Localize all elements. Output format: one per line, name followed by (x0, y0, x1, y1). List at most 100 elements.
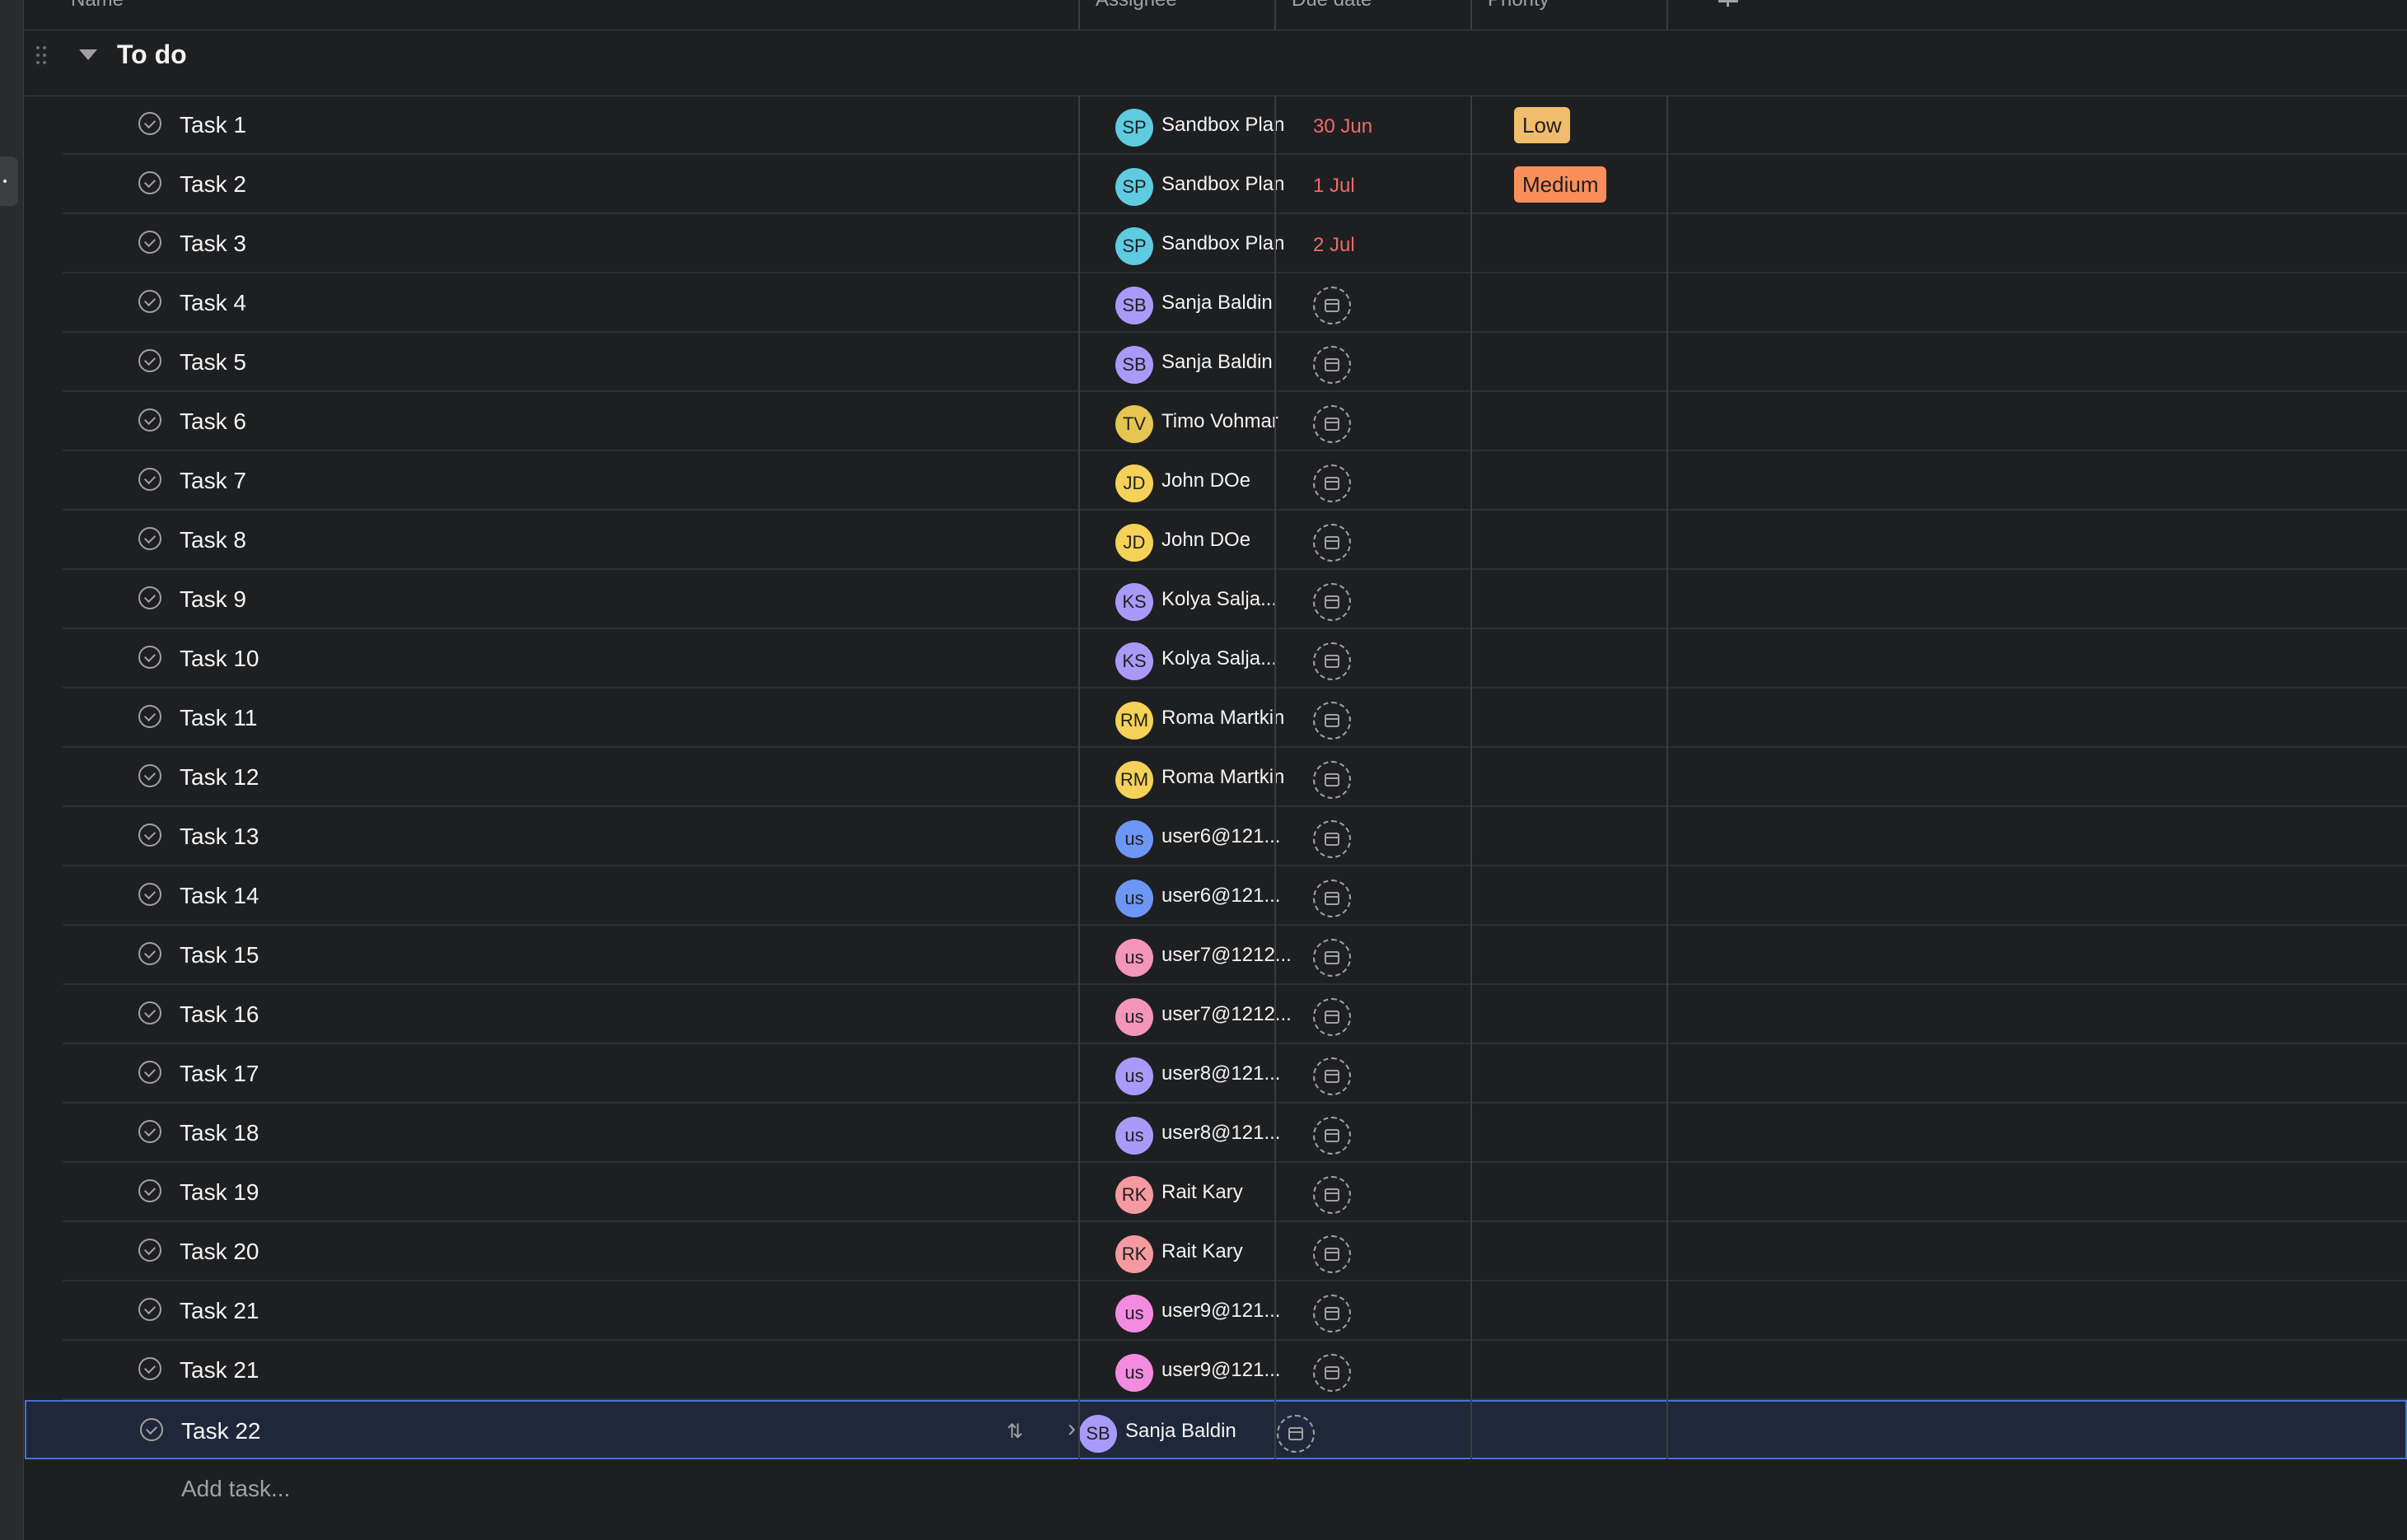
complete-check-icon[interactable] (138, 171, 161, 194)
calendar-icon[interactable] (1313, 583, 1351, 621)
section-title[interactable]: To do (117, 40, 187, 70)
drag-handle-icon[interactable] (36, 46, 49, 66)
task-row[interactable]: Task 13 us user6@121... (63, 807, 2407, 866)
priority-cell[interactable] (1496, 333, 1692, 390)
add-column-icon[interactable] (1697, 0, 1763, 30)
assignee-cell[interactable]: RM Roma Martkin (1104, 688, 1300, 746)
task-row[interactable]: Task 2 SP Sandbox Plan 1 Jul Medium (63, 155, 2407, 214)
task-name[interactable]: Task 8 (180, 527, 246, 553)
due-date-cell[interactable] (1264, 1402, 1460, 1459)
task-name[interactable]: Task 1 (180, 112, 246, 138)
task-name[interactable]: Task 11 (180, 705, 257, 731)
due-date-cell[interactable] (1300, 1281, 1496, 1339)
priority-cell[interactable] (1496, 807, 1692, 865)
calendar-icon[interactable] (1313, 880, 1351, 917)
task-name-cell[interactable]: Task 14 (63, 866, 1104, 924)
task-name[interactable]: Task 18 (180, 1120, 259, 1146)
due-date-cell[interactable] (1300, 629, 1496, 687)
due-date-cell[interactable] (1300, 1044, 1496, 1102)
column-header-priority[interactable]: Priority (1488, 0, 1684, 30)
complete-check-icon[interactable] (138, 646, 161, 669)
task-name[interactable]: Task 10 (180, 646, 259, 672)
task-name-cell[interactable]: Task 1 (63, 96, 1104, 153)
priority-cell[interactable] (1496, 1163, 1692, 1220)
priority-cell[interactable] (1496, 985, 1692, 1043)
priority-cell[interactable]: Low (1496, 96, 1692, 153)
complete-check-icon[interactable] (138, 290, 161, 313)
assignee-cell[interactable]: RK Rait Kary (1104, 1222, 1300, 1280)
complete-check-icon[interactable] (138, 527, 161, 550)
complete-check-icon[interactable] (138, 1001, 161, 1024)
task-row[interactable]: Task 21 us user9@121... (63, 1341, 2407, 1400)
task-name-cell[interactable]: Task 5 (63, 333, 1104, 390)
priority-cell[interactable] (1496, 1104, 1692, 1161)
assignee-cell[interactable]: SB Sanja Baldin (1068, 1402, 1264, 1459)
assignee-cell[interactable]: TV Timo Vohmar (1104, 392, 1300, 450)
task-name[interactable]: Task 3 (180, 231, 246, 257)
task-name[interactable]: Task 2 (180, 171, 246, 198)
complete-check-icon[interactable] (138, 942, 161, 965)
complete-check-icon[interactable] (138, 1298, 161, 1321)
task-name-cell[interactable]: Task 19 (63, 1163, 1104, 1220)
calendar-icon[interactable] (1313, 405, 1351, 443)
due-date-cell[interactable]: 2 Jul (1300, 214, 1496, 272)
priority-cell[interactable] (1496, 688, 1692, 746)
task-row[interactable]: Task 4 SB Sanja Baldin (63, 273, 2407, 333)
task-row[interactable]: Task 7 JD John DOe (63, 451, 2407, 511)
due-date-cell[interactable] (1300, 1222, 1496, 1280)
complete-check-icon[interactable] (138, 112, 161, 135)
task-name[interactable]: Task 7 (180, 468, 246, 494)
column-header-assignee[interactable]: Assignee (1096, 0, 1292, 30)
task-name-cell[interactable]: Task 2 (63, 155, 1104, 212)
calendar-icon[interactable] (1313, 998, 1351, 1036)
task-name-cell[interactable]: Task 12 (63, 748, 1104, 805)
priority-cell[interactable] (1496, 214, 1692, 272)
task-name-cell[interactable]: Task 16 (63, 985, 1104, 1043)
calendar-icon[interactable] (1313, 524, 1351, 562)
complete-check-icon[interactable] (138, 883, 161, 906)
task-name[interactable]: Task 14 (180, 883, 259, 909)
due-date-cell[interactable] (1300, 688, 1496, 746)
assignee-cell[interactable]: us user6@121... (1104, 807, 1300, 865)
task-name-cell[interactable]: Task 20 (63, 1222, 1104, 1280)
priority-cell[interactable] (1496, 1281, 1692, 1339)
task-name[interactable]: Task 21 (180, 1357, 259, 1384)
priority-cell[interactable] (1496, 629, 1692, 687)
calendar-icon[interactable] (1313, 820, 1351, 858)
sidebar-expand-handle[interactable] (0, 156, 18, 206)
priority-cell[interactable] (1496, 1222, 1692, 1280)
priority-cell[interactable] (1496, 748, 1692, 805)
task-name-cell[interactable]: Task 4 (63, 273, 1104, 331)
assignee-cell[interactable]: JD John DOe (1104, 451, 1300, 509)
due-date-cell[interactable] (1300, 333, 1496, 390)
priority-cell[interactable] (1496, 866, 1692, 924)
task-row[interactable]: Task 1 SP Sandbox Plan 30 Jun Low (63, 96, 2407, 155)
priority-cell[interactable] (1496, 392, 1692, 450)
add-task-button[interactable]: Add task... (181, 1476, 290, 1502)
task-name[interactable]: Task 17 (180, 1061, 259, 1087)
task-row[interactable]: Task 8 JD John DOe (63, 511, 2407, 570)
assignee-cell[interactable]: SP Sandbox Plan (1104, 96, 1300, 153)
task-row[interactable]: Task 5 SB Sanja Baldin (63, 333, 2407, 392)
assignee-cell[interactable]: us user8@121... (1104, 1104, 1300, 1161)
task-name-cell[interactable]: Task 8 (63, 511, 1104, 568)
complete-check-icon[interactable] (138, 1179, 161, 1202)
calendar-icon[interactable] (1313, 939, 1351, 977)
task-name[interactable]: Task 16 (180, 1001, 259, 1028)
task-name-cell[interactable]: Task 7 (63, 451, 1104, 509)
complete-check-icon[interactable] (138, 1120, 161, 1143)
complete-check-icon[interactable] (140, 1418, 163, 1441)
complete-check-icon[interactable] (138, 1239, 161, 1262)
task-name-cell[interactable]: Task 18 (63, 1104, 1104, 1161)
complete-check-icon[interactable] (138, 764, 161, 787)
calendar-icon[interactable] (1313, 1354, 1351, 1392)
assignee-cell[interactable]: KS Kolya Salja... (1104, 570, 1300, 628)
assignee-cell[interactable]: RK Rait Kary (1104, 1163, 1300, 1220)
task-name-cell[interactable]: Task 11 (63, 688, 1104, 746)
calendar-icon[interactable] (1313, 287, 1351, 324)
assignee-cell[interactable]: us user9@121... (1104, 1281, 1300, 1339)
due-date-cell[interactable]: 1 Jul (1300, 155, 1496, 212)
complete-check-icon[interactable] (138, 1357, 161, 1380)
column-header-due-date[interactable]: Due date (1292, 0, 1488, 30)
assignee-cell[interactable]: SB Sanja Baldin (1104, 333, 1300, 390)
